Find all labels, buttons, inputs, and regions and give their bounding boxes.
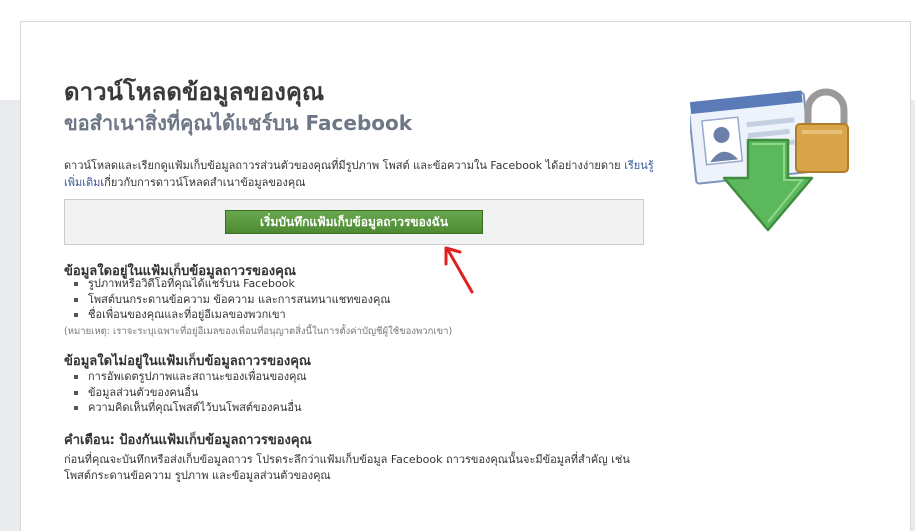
not-included-section-title: ข้อมูลใดไม่อยู่ในแฟ้มเก็บข้อมูลถาวรของคุ… (64, 354, 311, 369)
intro-paragraph: ดาวน์โหลดและเรียกดูแฟ้มเก็บข้อมูลถาวรส่ว… (64, 157, 664, 191)
page-subtitle: ขอสำเนาสิ่งที่คุณได้แชร์บน Facebook (64, 111, 413, 135)
page-title: ดาวน์โหลดข้อมูลของคุณ (64, 78, 325, 106)
start-archive-button[interactable]: เริ่มบันทึกแฟ้มเก็บข้อมูลถาวรของฉัน (225, 210, 483, 234)
included-list: รูปภาพหรือวิดีโอที่คุณได้แชร์บน Facebook… (74, 276, 391, 323)
annotation-arrow-icon (444, 246, 474, 294)
list-item: ชื่อเพื่อนของคุณและที่อยู่อีเมลของพวกเขา (74, 307, 391, 323)
start-archive-panel: เริ่มบันทึกแฟ้มเก็บข้อมูลถาวรของฉัน (64, 199, 644, 245)
warning-text: ก่อนที่คุณจะบันทึกหรือส่งเก็บข้อมูลถาวร … (64, 453, 630, 482)
list-item: ข้อมูลส่วนตัวของคนอื่น (74, 385, 307, 401)
list-item: โพสต์บนกระดานข้อความ ข้อความ และการสนทนา… (74, 292, 391, 308)
warning-section-title: คำเตือน: ป้องกันแฟ้มเก็บข้อมูลถาวรของคุณ (64, 433, 312, 448)
not-included-list: การอัพเดตรูปภาพและสถานะของเพื่อนของคุณ ข… (74, 369, 307, 416)
list-item: การอัพเดตรูปภาพและสถานะของเพื่อนของคุณ (74, 369, 307, 385)
intro-text: ดาวน์โหลดและเรียกดูแฟ้มเก็บข้อมูลถาวรส่ว… (64, 159, 625, 172)
list-item: ความคิดเห็นที่คุณโพสต์ไว้บนโพสต์ของคนอื่… (74, 400, 307, 416)
download-illustration (690, 88, 849, 232)
list-item: รูปภาพหรือวิดีโอที่คุณได้แชร์บน Facebook (74, 276, 391, 292)
intro-text-end: เกี่ยวกับการดาวน์โหลดสำเนาข้อมูลของคุณ (100, 176, 306, 189)
included-note: (หมายเหตุ: เราจะระบุเฉพาะที่อยู่อีเมลของ… (64, 326, 453, 337)
